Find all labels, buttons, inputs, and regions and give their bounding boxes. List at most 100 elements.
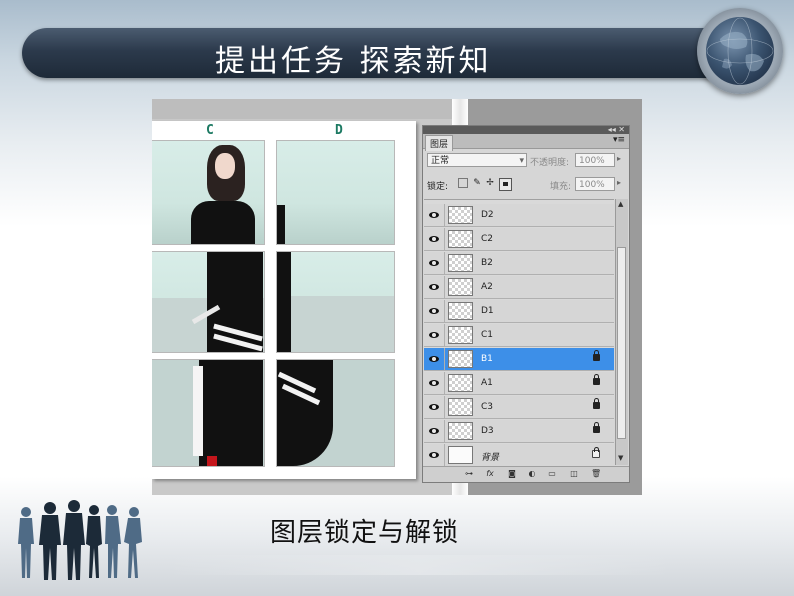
layer-name: C2 bbox=[481, 234, 494, 244]
layer-list: D2 C2 B2 A2 D1 C1 B1 A1 C3 D3 背景 bbox=[424, 199, 614, 466]
image-tile-c3 bbox=[152, 359, 265, 467]
scroll-down-icon[interactable]: ▼ bbox=[618, 454, 623, 462]
layer-thumbnail bbox=[448, 206, 473, 224]
scroll-thumb[interactable] bbox=[617, 247, 626, 439]
fill-value: 100% bbox=[579, 180, 605, 190]
layer-name: B2 bbox=[481, 258, 493, 268]
layer-name: D2 bbox=[481, 210, 494, 220]
layer-row-a1[interactable]: A1 bbox=[424, 372, 614, 395]
slide-title: 提出任务 探索新知 bbox=[215, 44, 492, 79]
opacity-label: 不透明度: bbox=[530, 158, 570, 168]
lock-icon bbox=[593, 422, 600, 433]
layer-thumbnail bbox=[448, 326, 473, 344]
panel-tabbar: 图层 ▾≡ bbox=[423, 134, 629, 151]
trash-icon[interactable]: 🗑 bbox=[591, 469, 601, 479]
layer-thumbnail bbox=[448, 278, 473, 296]
eye-icon[interactable] bbox=[429, 380, 439, 386]
layer-thumbnail bbox=[448, 230, 473, 248]
opacity-value: 100% bbox=[579, 156, 605, 166]
photoshop-screenshot: C D ◂◂ ✕ 图层 ▾≡ 正常 ▾ 不透明度: 100% ▸ 锁定: ✎ ✢… bbox=[152, 99, 642, 495]
document-canvas: C D bbox=[152, 121, 416, 479]
eye-icon[interactable] bbox=[429, 428, 439, 434]
fill-arrow-icon[interactable]: ▸ bbox=[617, 178, 621, 187]
layer-row-d3[interactable]: D3 bbox=[424, 420, 614, 443]
image-tile-d2 bbox=[276, 251, 395, 353]
opacity-arrow-icon[interactable]: ▸ bbox=[617, 154, 621, 163]
blend-mode-value: 正常 bbox=[431, 156, 450, 166]
layer-name: B1 bbox=[481, 354, 493, 364]
layer-thumbnail bbox=[448, 374, 473, 392]
eye-icon[interactable] bbox=[429, 332, 439, 338]
scroll-up-icon[interactable]: ▲ bbox=[618, 200, 623, 208]
layer-row-b1[interactable]: B1 bbox=[424, 348, 614, 371]
lock-icon bbox=[593, 398, 600, 409]
eye-icon[interactable] bbox=[429, 452, 439, 458]
image-tile-c1 bbox=[152, 140, 265, 245]
new-layer-icon[interactable]: ◫ bbox=[569, 469, 579, 479]
layer-row-a2[interactable]: A2 bbox=[424, 276, 614, 299]
layer-row-background[interactable]: 背景 bbox=[424, 444, 614, 466]
lock-transparent-icon[interactable] bbox=[458, 178, 468, 188]
blend-row: 正常 ▾ 不透明度: 100% ▸ bbox=[427, 153, 627, 169]
tab-layers[interactable]: 图层 bbox=[425, 135, 454, 151]
layer-thumbnail bbox=[448, 422, 473, 440]
eye-icon[interactable] bbox=[429, 308, 439, 314]
layer-thumbnail bbox=[448, 302, 473, 320]
layer-name: A2 bbox=[481, 282, 493, 292]
layer-name: C1 bbox=[481, 330, 494, 340]
layer-thumbnail bbox=[448, 398, 473, 416]
fill-label: 填充: bbox=[550, 182, 572, 192]
lock-icon bbox=[593, 374, 600, 385]
layer-thumbnail bbox=[448, 350, 473, 368]
column-label-c: C bbox=[206, 123, 214, 138]
fill-input[interactable]: 100% bbox=[575, 177, 615, 191]
layer-name: 背景 bbox=[481, 453, 500, 463]
panel-titlebar[interactable]: ◂◂ ✕ bbox=[423, 125, 629, 134]
fx-icon[interactable]: fx bbox=[485, 469, 495, 479]
collapse-close-icon[interactable]: ◂◂ ✕ bbox=[608, 125, 625, 134]
lock-icon bbox=[592, 447, 600, 458]
layer-thumbnail bbox=[448, 446, 473, 464]
layer-scrollbar[interactable]: ▲ ▼ bbox=[615, 199, 628, 465]
layer-thumbnail bbox=[448, 254, 473, 272]
opacity-input[interactable]: 100% bbox=[575, 153, 615, 167]
layer-row-c1[interactable]: C1 bbox=[424, 324, 614, 347]
layer-name: A1 bbox=[481, 378, 493, 388]
layer-name: D1 bbox=[481, 306, 494, 316]
lock-row: 锁定: ✎ ✢ 填充: 100% ▸ bbox=[427, 177, 627, 193]
eye-icon[interactable] bbox=[429, 212, 439, 218]
image-tile-d3 bbox=[276, 359, 395, 467]
chevron-down-icon: ▾ bbox=[519, 156, 524, 166]
eye-icon[interactable] bbox=[429, 284, 439, 290]
eye-icon[interactable] bbox=[429, 236, 439, 242]
layer-row-d2[interactable]: D2 bbox=[424, 204, 614, 227]
lock-brush-icon[interactable]: ✎ bbox=[472, 178, 482, 188]
adjustment-layer-icon[interactable]: ◐ bbox=[527, 469, 537, 479]
eye-icon[interactable] bbox=[429, 404, 439, 410]
globe-logo bbox=[697, 8, 783, 94]
new-group-icon[interactable]: ▭ bbox=[547, 469, 557, 479]
panel-menu-icon[interactable]: ▾≡ bbox=[613, 135, 625, 145]
layer-row-b2[interactable]: B2 bbox=[424, 252, 614, 275]
eye-icon[interactable] bbox=[429, 356, 439, 362]
panel-bottom-toolbar: ⊶ fx ◙ ◐ ▭ ◫ 🗑 bbox=[423, 466, 629, 482]
layer-row-c2[interactable]: C2 bbox=[424, 228, 614, 251]
slide-caption: 图层锁定与解锁 bbox=[270, 518, 460, 548]
lock-move-icon[interactable]: ✢ bbox=[485, 178, 495, 188]
layers-panel: ◂◂ ✕ 图层 ▾≡ 正常 ▾ 不透明度: 100% ▸ 锁定: ✎ ✢ 填充:… bbox=[422, 125, 630, 483]
image-tile-d1 bbox=[276, 140, 395, 245]
add-mask-icon[interactable]: ◙ bbox=[507, 469, 517, 479]
lock-icon bbox=[593, 350, 600, 361]
link-layers-icon[interactable]: ⊶ bbox=[461, 469, 477, 479]
business-people-silhouettes bbox=[12, 498, 162, 582]
layer-row-d1[interactable]: D1 bbox=[424, 300, 614, 323]
eye-icon[interactable] bbox=[429, 260, 439, 266]
lock-all-icon[interactable] bbox=[499, 178, 512, 191]
layer-row-c3[interactable]: C3 bbox=[424, 396, 614, 419]
column-label-d: D bbox=[335, 123, 343, 138]
caption-band bbox=[170, 555, 670, 575]
blend-mode-select[interactable]: 正常 ▾ bbox=[427, 153, 527, 167]
lock-label: 锁定: bbox=[427, 182, 449, 192]
image-tile-c2 bbox=[152, 251, 265, 353]
layer-name: D3 bbox=[481, 426, 494, 436]
